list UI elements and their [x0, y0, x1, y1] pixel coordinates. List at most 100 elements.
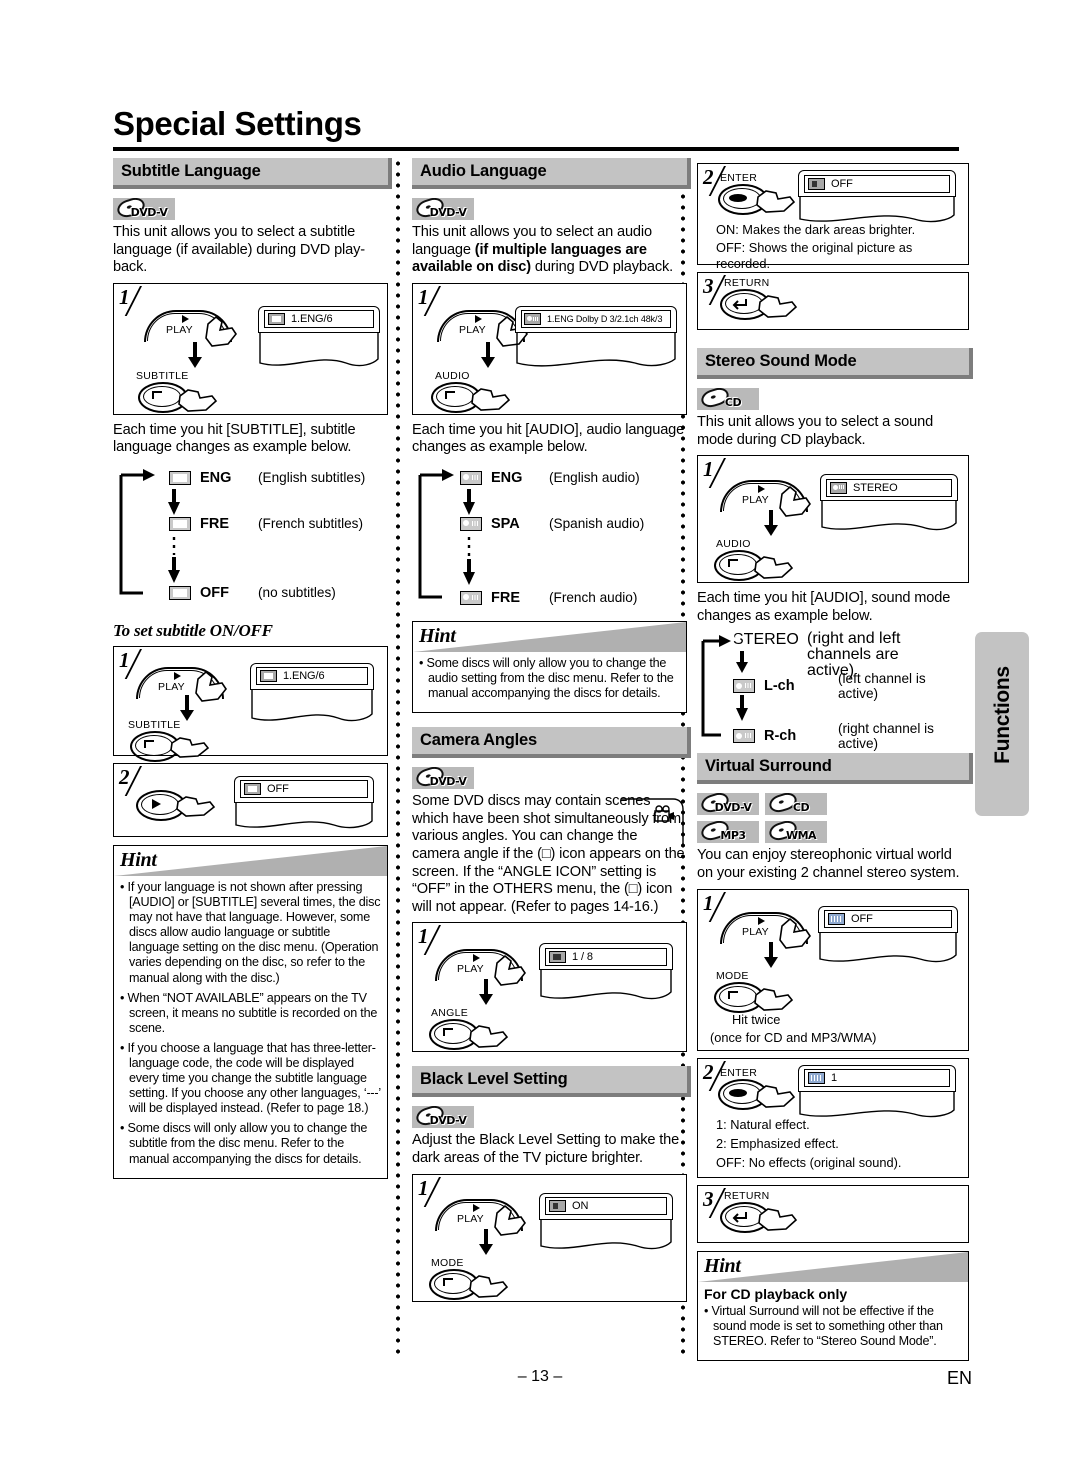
subtitle-onoff-subheading: To set subtitle ON/OFF [113, 620, 273, 640]
black-level-osd-icon [808, 177, 825, 190]
tv-osd-panel: OFF [234, 775, 374, 837]
hand-icon [195, 670, 227, 702]
stereo-after-step-text: Each time you hit [AUDIO], sound mode ch… [697, 590, 951, 624]
hint-box-audio: Hint Some discs will only allow you to c… [412, 620, 687, 714]
osd-text: 1.ENG Dolby D 3/2.1ch 48k/3 [547, 314, 663, 325]
hint-body: For CD playback only Virtual Surround wi… [698, 1282, 968, 1360]
section-subtitle-language: Subtitle Language [113, 158, 388, 189]
section-heading-text: Camera Angles [420, 731, 537, 750]
hint-item: Virtual Surround will not be effective i… [704, 1304, 962, 1349]
sequence-item: L-ch (left channel is active) [733, 671, 969, 701]
tv-screen-outline [540, 970, 672, 1000]
virtual-surround-osd-icon [828, 913, 845, 926]
audio-sequence-list: ENG (English audio) SPA (Spanish audio) … [412, 463, 687, 613]
hint-item: When “NOT AVAILABLE” appears on the TV s… [120, 991, 381, 1036]
sequence-desc: (no subtitles) [258, 585, 336, 601]
mode-button-label: MODE [431, 1256, 464, 1269]
hint-box-subtitle: Hint If your language is not shown after… [113, 844, 388, 1179]
step-box-virtual-surround-3: 3 RETURN [697, 1184, 969, 1243]
subtitle-after-step-text: Each time you hit [SUBTITLE], subtitle l… [113, 421, 356, 456]
disc-badges-virtual-surround: DVD-V CD MP3 WMA [697, 793, 877, 844]
black-level-note-on: ON: Makes the dark areas brighter. [716, 222, 916, 237]
stereo-intro-text: This unit allows you to select a sound m… [697, 414, 934, 448]
black-level-intro-text: Adjust the Black Level Setting to make t… [412, 1132, 680, 1166]
section-header-camera-angles: Camera Angles [412, 727, 687, 759]
tv-screen-outline [799, 1091, 955, 1117]
down-arrow-icon [188, 341, 202, 368]
angle-button-label: ANGLE [431, 1007, 469, 1020]
sequence-desc: (English subtitles) [258, 470, 366, 486]
title-rule [113, 147, 959, 151]
subtitle-intro-text: This unit allows you to select a subtitl… [113, 224, 365, 276]
disc-badge-wma-icon: WMA [765, 821, 827, 844]
page-title: Special Settings [113, 105, 362, 142]
hint-body: If your language is not shown after pres… [114, 876, 387, 1178]
disc-badges-camera: DVD-V [412, 767, 687, 790]
manual-page: Special Settings Subtitle Language DVD-V… [0, 0, 1080, 1477]
section-header-stereo-sound-mode: Stereo Sound Mode [697, 348, 969, 379]
sequence-code: L-ch [764, 678, 795, 695]
hand-icon [779, 486, 811, 518]
sequence-desc: (English audio) [549, 470, 640, 486]
tv-osd-panel: 1.ENG/6 [250, 662, 374, 734]
stereo-sequence-list: STEREO (right and left channels are acti… [697, 631, 969, 752]
hand-icon [756, 1084, 796, 1108]
step-box-virtual-surround-2: 2 ENTER 1 1: Natural effect. 2: Emphasiz… [697, 1057, 969, 1178]
tv-screen-outline [235, 802, 373, 829]
hand-icon [469, 1025, 509, 1049]
step-number: 3 [703, 1186, 714, 1211]
hand-icon [176, 796, 216, 817]
step-box-black-level-2: 2 ENTER OFF ON: Makes the dark areas bri… [697, 163, 969, 271]
audio-icon [460, 516, 482, 531]
hand-icon [758, 1207, 798, 1231]
virtual-surround-intro-text: You can enjoy stereophonic virtual world… [697, 847, 960, 881]
subtitle-button-label: SUBTITLE [136, 369, 189, 382]
sequence-item: FRE (French subtitles) [169, 511, 363, 537]
hand-icon [754, 987, 794, 1011]
sequence-desc: (right channel is active) [838, 721, 934, 752]
audio-icon [460, 470, 482, 485]
black-level-osd-icon [549, 1200, 566, 1213]
disc-badges-audio: DVD-V [412, 198, 687, 220]
hint-item: Some discs will only allow you to change… [120, 1121, 381, 1166]
virtual-surround-note-2: (once for CD and MP3/WMA) [710, 1029, 877, 1045]
tv-screen-outline [259, 332, 379, 366]
tv-osd-panel: 1 / 8 [539, 943, 673, 1014]
play-label: PLAY [166, 323, 193, 336]
sequence-item: SPA (Spanish audio) [460, 511, 644, 537]
down-arrow-dotted-icon [463, 536, 475, 585]
sequence-code: STEREO [733, 631, 799, 649]
column-3: 2 ENTER OFF ON: Makes the dark areas bri… [697, 158, 969, 1367]
sequence-code: ENG [491, 469, 523, 486]
section-heading-text: Subtitle Language [121, 162, 261, 180]
virtual-surround-note-1: Hit twice [732, 1011, 781, 1027]
disc-badge-mp3-icon: MP3 [697, 821, 759, 844]
step-number: 2 [119, 764, 130, 789]
step-number: 2 [703, 1059, 714, 1084]
down-arrow-icon [764, 510, 778, 537]
osd-text: 1.ENG/6 [283, 670, 325, 683]
audio-osd-icon [524, 313, 541, 326]
audio-osd-icon [830, 481, 847, 494]
hint-box-virtual-surround: Hint For CD playback only Virtual Surrou… [697, 1250, 969, 1361]
step-number: 2 [703, 165, 714, 189]
subtitle-sequence-list: ENG (English subtitles) FRE (French subt… [113, 463, 388, 609]
audio-icon [733, 729, 755, 744]
step-number: 1 [703, 890, 714, 915]
play-label: PLAY [457, 963, 484, 976]
step-number: 1 [418, 1175, 429, 1200]
step-box-subtitle-1: 1 PLAY SUBTITLE 1.ENG/6 [113, 282, 388, 415]
section-audio-language: Audio Language [412, 158, 687, 189]
audio-icon [733, 679, 755, 694]
tv-osd-panel: 1.ENG Dolby D 3/2.1ch 48k/3 [515, 305, 677, 381]
hint-title: Hint [120, 848, 157, 871]
down-arrow-icon [764, 941, 778, 968]
side-tab-label: Functions [991, 666, 1014, 764]
tv-osd-panel: 1 [798, 1064, 956, 1128]
subtitle-osd-icon [244, 783, 261, 796]
sequence-desc: (Spanish audio) [549, 516, 645, 532]
osd-text: ON [572, 1200, 589, 1213]
section-header-virtual-surround: Virtual Surround [697, 753, 969, 785]
section-heading-text: Black Level Setting [420, 1070, 568, 1089]
angle-osd-icon [549, 950, 566, 963]
